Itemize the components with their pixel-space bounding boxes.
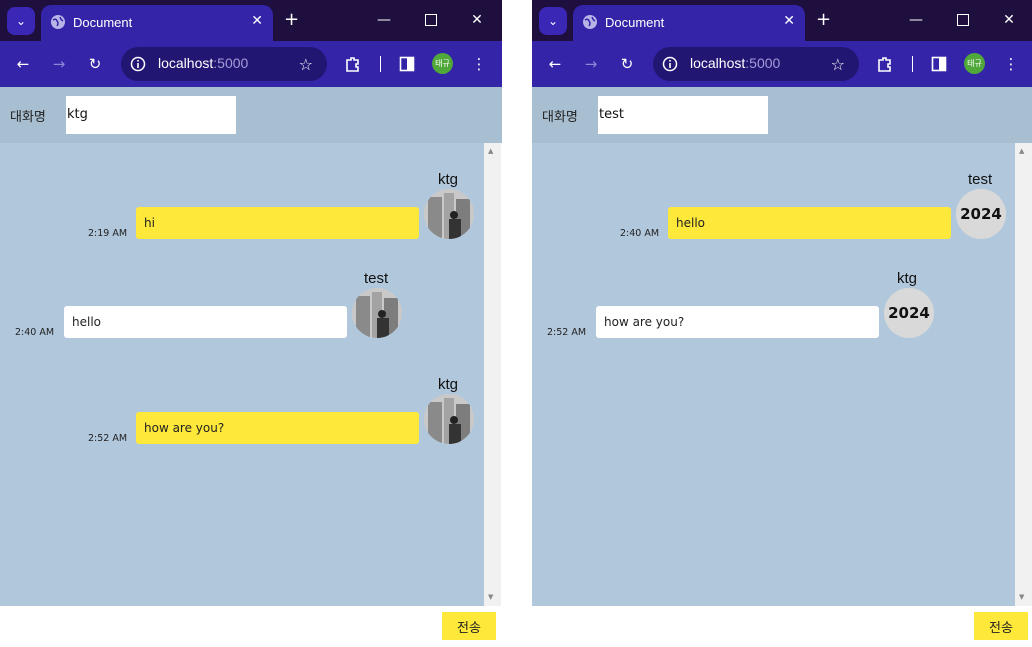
message-time: 2:40 AM xyxy=(620,228,660,239)
close-window-button[interactable]: ✕ xyxy=(999,10,1019,30)
scroll-up-icon[interactable]: ▲ xyxy=(1019,147,1024,155)
chat-scrollbar[interactable]: ▲ ▼ xyxy=(484,143,501,606)
maximize-button[interactable] xyxy=(421,10,441,30)
url-port: :5000 xyxy=(745,55,781,71)
browser-window-test: ⌄ Document ✕ + — ✕ ← → ↻ localhost:5000 … xyxy=(532,0,1032,647)
chat-header: 대화명 test xyxy=(532,87,1032,143)
globe-icon xyxy=(583,15,597,29)
tab-title: Document xyxy=(73,15,133,30)
chat-footer: 전송 xyxy=(0,606,502,647)
chevron-down-icon: ⌄ xyxy=(15,14,27,28)
message-time: 2:52 AM xyxy=(88,433,128,444)
url-text: localhost:5000 xyxy=(158,55,248,71)
toolbar-divider xyxy=(380,56,381,72)
forward-button[interactable]: → xyxy=(48,53,70,75)
chat-scrollbar[interactable]: ▲ ▼ xyxy=(1015,143,1032,606)
reload-button[interactable]: ↻ xyxy=(616,53,638,75)
message-bubble: hi xyxy=(136,207,419,239)
chat-area[interactable]: test 2:40 AM hello 2024 ktg 2:52 AM how … xyxy=(532,143,1015,606)
site-info-icon[interactable] xyxy=(662,56,678,72)
reload-button[interactable]: ↻ xyxy=(84,53,106,75)
send-button[interactable]: 전송 xyxy=(974,612,1028,640)
tab-document[interactable]: Document ✕ xyxy=(573,5,805,41)
nickname-label: 대화명 xyxy=(10,110,46,125)
user-avatar: 2024 xyxy=(884,288,934,338)
browser-toolbar: ← → ↻ localhost:5000 ☆ 태규 ⋮ xyxy=(0,41,502,87)
profile-avatar[interactable]: 태규 xyxy=(964,53,985,74)
site-info-icon[interactable] xyxy=(130,56,146,72)
avatar-photo-icon xyxy=(424,394,474,444)
desktop-gap xyxy=(502,0,532,647)
url-host: localhost xyxy=(690,55,746,71)
forward-button[interactable]: → xyxy=(580,53,602,75)
maximize-button[interactable] xyxy=(953,10,973,30)
chat-footer: 전송 xyxy=(532,606,1032,647)
url-text: localhost:5000 xyxy=(690,55,780,71)
message-time: 2:19 AM xyxy=(88,228,128,239)
back-button[interactable]: ← xyxy=(12,53,34,75)
bookmark-star-icon[interactable]: ☆ xyxy=(831,55,845,74)
tab-title: Document xyxy=(605,15,665,30)
message-bubble: how are you? xyxy=(136,412,419,444)
chat-area[interactable]: ktg 2:19 AM hi test 2:40 AM hello ktg 2:… xyxy=(0,143,485,606)
message-bubble: hello xyxy=(64,306,347,338)
address-bar[interactable]: localhost:5000 ☆ xyxy=(121,47,327,81)
browser-window-ktg: ⌄ Document ✕ + — ✕ ← → ↻ localhost:5000 … xyxy=(0,0,502,647)
tab-search-button[interactable]: ⌄ xyxy=(539,7,567,35)
tab-strip: ⌄ Document ✕ + — ✕ xyxy=(532,0,1032,41)
toolbar-divider xyxy=(912,56,913,72)
browser-toolbar: ← → ↻ localhost:5000 ☆ 태규 ⋮ xyxy=(532,41,1032,87)
tab-search-button[interactable]: ⌄ xyxy=(7,7,35,35)
nickname-input[interactable]: ktg xyxy=(66,96,236,134)
back-button[interactable]: ← xyxy=(544,53,566,75)
tab-strip: ⌄ Document ✕ + — ✕ xyxy=(0,0,502,41)
address-bar[interactable]: localhost:5000 ☆ xyxy=(653,47,859,81)
url-port: :5000 xyxy=(213,55,249,71)
sender-name: test xyxy=(364,270,389,287)
close-tab-icon[interactable]: ✕ xyxy=(251,13,263,29)
tab-document[interactable]: Document ✕ xyxy=(41,5,273,41)
globe-icon xyxy=(51,15,65,29)
avatar-photo-icon xyxy=(424,189,474,239)
scroll-down-icon[interactable]: ▼ xyxy=(1019,593,1024,601)
message-bubble: how are you? xyxy=(596,306,879,338)
menu-kebab-icon[interactable]: ⋮ xyxy=(1000,53,1022,75)
message-bubble: hello xyxy=(668,207,951,239)
close-window-button[interactable]: ✕ xyxy=(467,10,487,30)
sender-name: ktg xyxy=(438,171,459,188)
minimize-button[interactable]: — xyxy=(374,10,394,30)
sender-name: test xyxy=(968,171,993,188)
new-tab-button[interactable]: + xyxy=(284,9,299,30)
menu-kebab-icon[interactable]: ⋮ xyxy=(468,53,490,75)
extensions-icon[interactable] xyxy=(342,53,364,75)
extensions-icon[interactable] xyxy=(874,53,896,75)
nickname-label: 대화명 xyxy=(542,110,578,125)
nickname-value: test xyxy=(599,107,624,122)
scroll-down-icon[interactable]: ▼ xyxy=(488,593,493,601)
sender-name: ktg xyxy=(897,270,918,287)
avatar-photo-icon xyxy=(352,288,402,338)
user-avatar: 2024 xyxy=(956,189,1006,239)
side-panel-icon[interactable] xyxy=(396,53,418,75)
profile-avatar[interactable]: 태규 xyxy=(432,53,453,74)
new-tab-button[interactable]: + xyxy=(816,9,831,30)
close-tab-icon[interactable]: ✕ xyxy=(783,13,795,29)
sender-name: ktg xyxy=(438,376,459,393)
user-avatar xyxy=(424,189,474,239)
message-time: 2:40 AM xyxy=(15,327,55,338)
scroll-up-icon[interactable]: ▲ xyxy=(488,147,493,155)
nickname-input[interactable]: test xyxy=(598,96,768,134)
url-host: localhost xyxy=(158,55,214,71)
chevron-down-icon: ⌄ xyxy=(547,14,559,28)
user-avatar xyxy=(352,288,402,338)
side-panel-icon[interactable] xyxy=(928,53,950,75)
chat-header: 대화명 ktg xyxy=(0,87,502,143)
bookmark-star-icon[interactable]: ☆ xyxy=(299,55,313,74)
user-avatar xyxy=(424,394,474,444)
send-button[interactable]: 전송 xyxy=(442,612,496,640)
nickname-value: ktg xyxy=(67,107,88,122)
message-time: 2:52 AM xyxy=(547,327,587,338)
minimize-button[interactable]: — xyxy=(906,10,926,30)
